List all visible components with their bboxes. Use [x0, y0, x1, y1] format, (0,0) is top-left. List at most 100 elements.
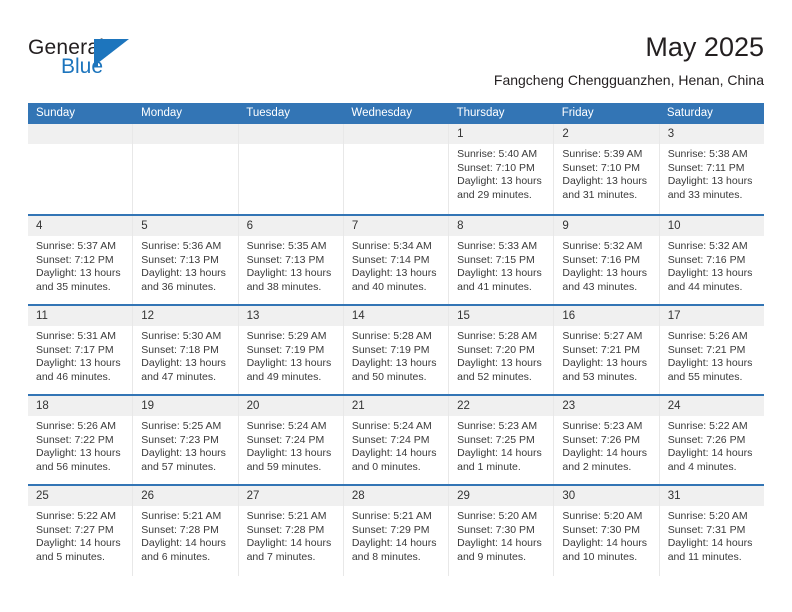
day-details: Sunrise: 5:27 AM Sunset: 7:21 PM Daylight:…: [554, 326, 658, 384]
weekday-header-wednesday: Wednesday: [351, 107, 412, 119]
sunset-text: Sunset: 7:21 PM: [562, 343, 641, 356]
sunrise-text: Sunrise: 5:27 AM: [562, 330, 643, 342]
daylight-text-line2: and 40 minutes.: [351, 280, 427, 293]
calendar-day-cell[interactable]: 7 Sunrise: 5:34 AM Sunset: 7:14 PM Daylight…: [343, 216, 450, 304]
calendar-day-cell[interactable]: 8 Sunrise: 5:33 AM Sunset: 7:15 PM Daylight…: [449, 216, 555, 304]
calendar-day-cell[interactable]: 26 Sunrise: 5:21 AM Sunset: 7:28 PM Dayligh…: [133, 486, 239, 576]
sunrise-text: Sunrise: 5:31 AM: [36, 330, 116, 342]
sunrise-text: Sunrise: 5:24 AM: [351, 420, 432, 432]
sunset-text: Sunset: 7:10 PM: [457, 161, 535, 174]
day-number: 2: [562, 128, 569, 140]
daylight-text-line2: and 7 minutes.: [246, 550, 316, 563]
daylight-text-line1: Daylight: 14 hours: [562, 537, 648, 550]
calendar-day-cell[interactable]: 28 Sunrise: 5:21 AM Sunset: 7:29 PM Dayligh…: [343, 486, 450, 576]
day-number-band: 10: [659, 216, 764, 236]
sunrise-text: Sunrise: 5:34 AM: [351, 240, 432, 252]
daylight-text-line1: Daylight: 13 hours: [351, 357, 437, 370]
calendar-day-cell[interactable]: 9 Sunrise: 5:32 AM Sunset: 7:16 PM Daylight…: [554, 216, 660, 304]
calendar-day-cell[interactable]: 29 Sunrise: 5:20 AM Sunset: 7:30 PM Dayligh…: [449, 486, 555, 576]
daylight-text-line2: and 47 minutes.: [141, 370, 216, 383]
day-number: 14: [351, 310, 365, 322]
sunrise-text: Sunrise: 5:28 AM: [457, 330, 538, 342]
sunrise-text: Sunrise: 5:22 AM: [36, 510, 116, 522]
day-number: 11: [36, 310, 48, 322]
calendar-day-cell[interactable]: 15 Sunrise: 5:28 AM Sunset: 7:20 PM Dayligh…: [449, 306, 555, 394]
day-number: 27: [246, 490, 260, 502]
day-number-band: 14: [343, 306, 449, 326]
calendar-day-cell[interactable]: 22 Sunrise: 5:23 AM Sunset: 7:25 PM Dayligh…: [449, 396, 555, 484]
sunrise-text: Sunrise: 5:21 AM: [351, 510, 432, 522]
sunrise-text: Sunrise: 5:20 AM: [562, 510, 643, 522]
weekday-header-monday: Monday: [141, 107, 183, 119]
sunset-text: Sunset: 7:20 PM: [457, 343, 535, 356]
day-details: Sunrise: 5:38 AM Sunset: 7:11 PM Daylight:…: [660, 144, 764, 202]
calendar-day-cell[interactable]: 14 Sunrise: 5:28 AM Sunset: 7:19 PM Dayligh…: [343, 306, 450, 394]
calendar-day-cell[interactable]: 12 Sunrise: 5:30 AM Sunset: 7:18 PM Dayligh…: [133, 306, 239, 394]
calendar-day-cell[interactable]: 2 Sunrise: 5:39 AM Sunset: 7:10 PM Daylight…: [554, 124, 660, 214]
calendar-day-cell[interactable]: 25 Sunrise: 5:22 AM Sunset: 7:27 PM Dayligh…: [28, 486, 134, 576]
daylight-text-line2: and 50 minutes.: [351, 370, 427, 383]
day-details: Sunrise: 5:20 AM Sunset: 7:31 PM Daylight:…: [660, 506, 764, 564]
calendar-day-cell-empty: [28, 124, 134, 214]
calendar-day-cell[interactable]: 20 Sunrise: 5:24 AM Sunset: 7:24 PM Dayligh…: [238, 396, 344, 484]
calendar-day-cell[interactable]: 10 Sunrise: 5:32 AM Sunset: 7:16 PM Dayligh…: [659, 216, 764, 304]
sunrise-text: Sunrise: 5:23 AM: [457, 420, 538, 432]
calendar-day-cell[interactable]: 11 Sunrise: 5:31 AM Sunset: 7:17 PM Dayligh…: [28, 306, 134, 394]
sunrise-text: Sunrise: 5:26 AM: [36, 420, 116, 432]
daylight-text-line2: and 56 minutes.: [36, 460, 111, 473]
day-details: Sunrise: 5:39 AM Sunset: 7:10 PM Daylight:…: [554, 144, 658, 202]
calendar-day-cell[interactable]: 30 Sunrise: 5:20 AM Sunset: 7:30 PM Dayligh…: [554, 486, 660, 576]
sunset-text: Sunset: 7:19 PM: [351, 343, 430, 356]
daylight-text-line2: and 6 minutes.: [141, 550, 211, 563]
calendar-week-row: 4 Sunrise: 5:37 AM Sunset: 7:12 PM Daylight…: [28, 214, 764, 304]
calendar-day-cell[interactable]: 27 Sunrise: 5:21 AM Sunset: 7:28 PM Dayligh…: [238, 486, 344, 576]
daylight-text-line1: Daylight: 13 hours: [36, 357, 121, 370]
sunrise-text: Sunrise: 5:30 AM: [141, 330, 222, 342]
day-number-band: 16: [554, 306, 659, 326]
calendar-day-cell[interactable]: 18 Sunrise: 5:26 AM Sunset: 7:22 PM Dayligh…: [28, 396, 134, 484]
sunset-text: Sunset: 7:28 PM: [246, 523, 325, 536]
calendar-day-cell[interactable]: 1 Sunrise: 5:40 AM Sunset: 7:10 PM Daylight…: [449, 124, 555, 214]
calendar-day-cell[interactable]: 13 Sunrise: 5:29 AM Sunset: 7:19 PM Dayligh…: [238, 306, 344, 394]
sunrise-text: Sunrise: 5:23 AM: [562, 420, 643, 432]
daylight-text-line2: and 55 minutes.: [667, 370, 743, 383]
calendar-day-cell[interactable]: 6 Sunrise: 5:35 AM Sunset: 7:13 PM Daylight…: [238, 216, 344, 304]
general-blue-logo[interactable]: General Blue: [28, 36, 228, 88]
weekday-header-saturday: Saturday: [666, 107, 713, 119]
day-number-band: 27: [238, 486, 343, 506]
daylight-text-line1: Daylight: 13 hours: [246, 447, 332, 460]
day-number-band: 2: [554, 124, 659, 144]
calendar-day-cell[interactable]: 31 Sunrise: 5:20 AM Sunset: 7:31 PM Dayligh…: [659, 486, 764, 576]
day-details: Sunrise: 5:33 AM Sunset: 7:15 PM Daylight:…: [449, 236, 553, 294]
calendar-day-cell[interactable]: 4 Sunrise: 5:37 AM Sunset: 7:12 PM Daylight…: [28, 216, 134, 304]
calendar-day-cell[interactable]: 3 Sunrise: 5:38 AM Sunset: 7:11 PM Daylight…: [659, 124, 764, 214]
sunset-text: Sunset: 7:13 PM: [246, 253, 325, 266]
daylight-text-line2: and 44 minutes.: [667, 280, 743, 293]
calendar-day-cell-empty: [133, 124, 239, 214]
day-details: Sunrise: 5:21 AM Sunset: 7:29 PM Daylight:…: [344, 506, 448, 564]
daylight-text-line1: Daylight: 13 hours: [457, 357, 542, 370]
day-number-band: 15: [449, 306, 554, 326]
title-block: May 2025 Fangcheng Chengguanzhen, Henan,…: [494, 30, 764, 90]
day-number: 30: [562, 490, 576, 502]
calendar-day-cell[interactable]: 17 Sunrise: 5:26 AM Sunset: 7:21 PM Dayligh…: [659, 306, 764, 394]
calendar-day-cell[interactable]: 21 Sunrise: 5:24 AM Sunset: 7:24 PM Dayligh…: [343, 396, 450, 484]
daylight-text-line1: Daylight: 13 hours: [351, 267, 437, 280]
day-number: 13: [246, 310, 260, 322]
calendar-day-cell[interactable]: 19 Sunrise: 5:25 AM Sunset: 7:23 PM Dayligh…: [133, 396, 239, 484]
calendar-day-cell[interactable]: 23 Sunrise: 5:23 AM Sunset: 7:26 PM Dayligh…: [554, 396, 660, 484]
day-number: 21: [351, 400, 365, 412]
weekday-header-row: Sunday Monday Tuesday Wednesday Thursday…: [28, 103, 764, 124]
day-number-band: 24: [659, 396, 764, 416]
day-number-band: [238, 124, 343, 144]
day-details: Sunrise: 5:21 AM Sunset: 7:28 PM Daylight:…: [133, 506, 237, 564]
sunset-text: Sunset: 7:15 PM: [457, 253, 535, 266]
calendar-day-cell[interactable]: 24 Sunrise: 5:22 AM Sunset: 7:26 PM Dayligh…: [659, 396, 764, 484]
day-number: 25: [36, 490, 49, 502]
weekday-header-friday: Friday: [561, 107, 594, 119]
calendar-day-cell[interactable]: 5 Sunrise: 5:36 AM Sunset: 7:13 PM Daylight…: [133, 216, 239, 304]
page-title: May 2025: [645, 32, 764, 62]
day-number: 23: [562, 400, 576, 412]
calendar-day-cell[interactable]: 16 Sunrise: 5:27 AM Sunset: 7:21 PM Dayligh…: [554, 306, 660, 394]
daylight-text-line1: Daylight: 14 hours: [667, 447, 753, 460]
